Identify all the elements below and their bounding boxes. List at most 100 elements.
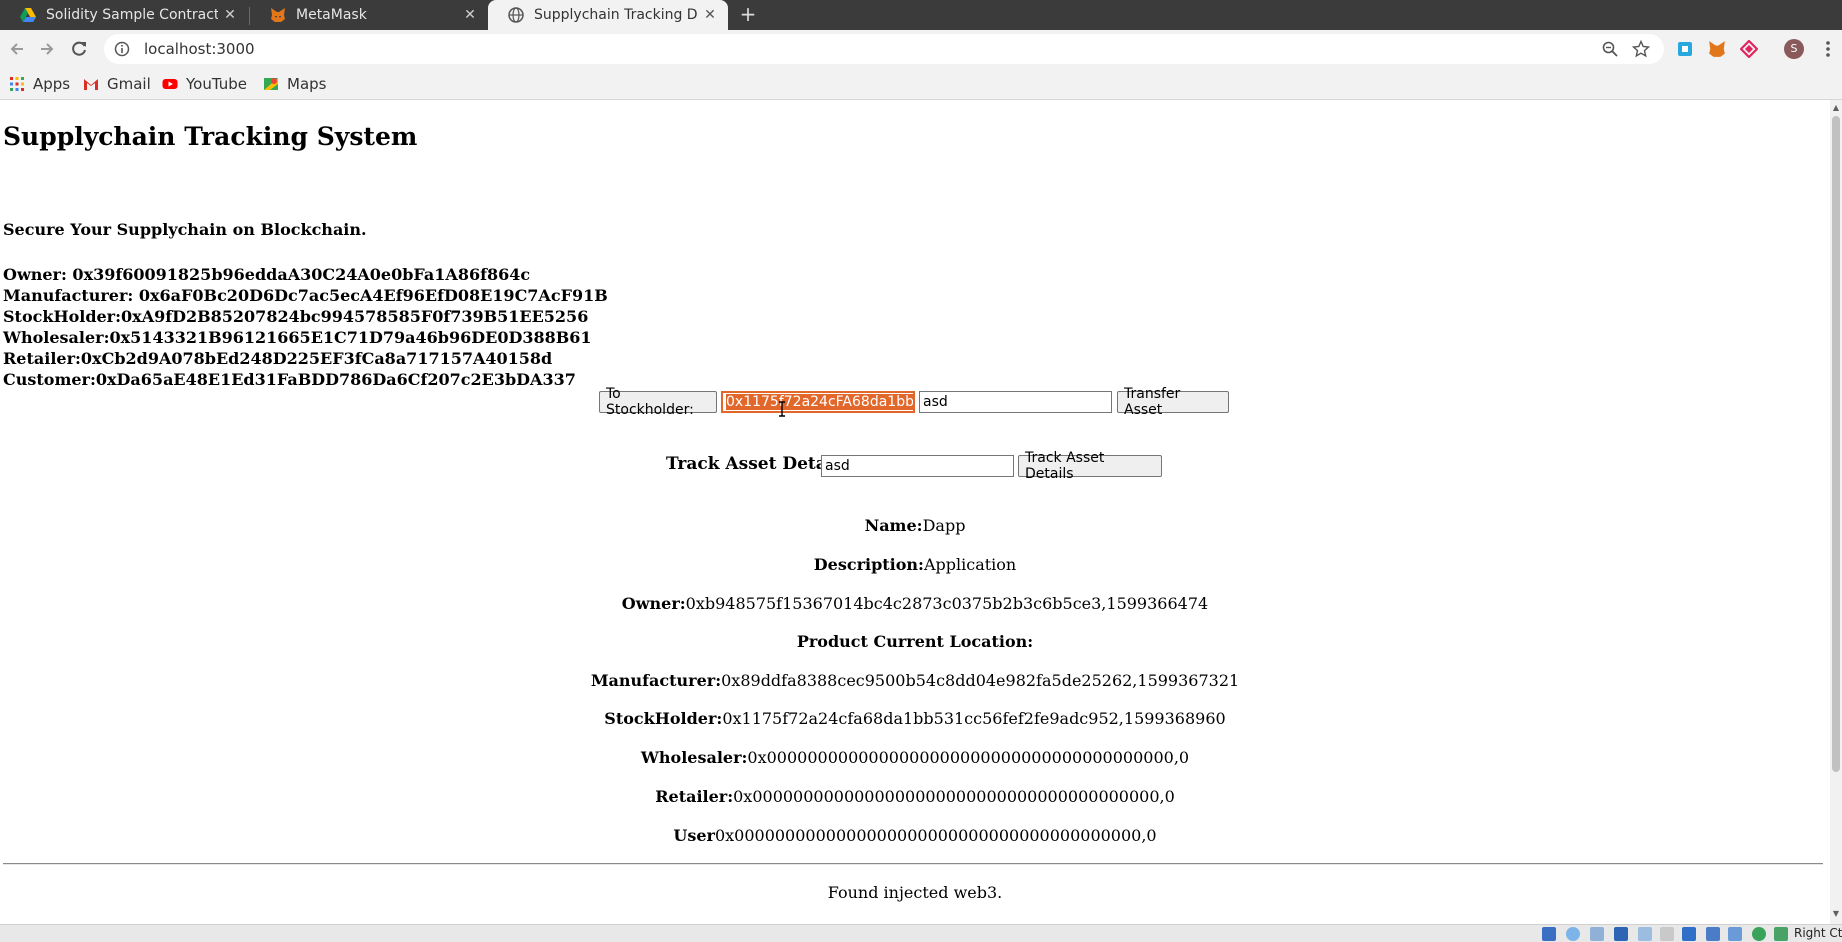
close-icon[interactable]: ✕: [698, 7, 722, 23]
video-capture-icon[interactable]: [1706, 927, 1720, 941]
maps-icon: [264, 78, 278, 90]
audio-icon[interactable]: [1590, 927, 1604, 941]
scroll-down-arrow-icon[interactable]: ▼: [1832, 910, 1840, 918]
detail-value: 0x89ddfa8388cec9500b54c8dd04e982fa5de252…: [721, 671, 1240, 690]
track-asset-input-value: asd: [825, 458, 850, 474]
bookmark-star-icon[interactable]: [1632, 40, 1650, 58]
bookmark-gmail[interactable]: Gmail: [83, 68, 151, 100]
address-input-value: 0x1175f72a24cFA68da1bb5: [726, 394, 913, 410]
detail-label: Description:: [813, 555, 924, 574]
globe-icon: [508, 7, 524, 23]
detail-label: StockHolder:: [604, 709, 723, 728]
detail-label: Owner:: [621, 594, 686, 613]
tab-solidity-sample-contracts[interactable]: Solidity Sample Contracts ✕: [0, 0, 248, 30]
cpu-icon[interactable]: [1752, 927, 1766, 941]
detail-label: Wholesaler:: [640, 748, 748, 767]
bookmark-label: Maps: [287, 75, 327, 93]
bookmarks-bar: Apps Gmail YouTube Maps: [0, 68, 1842, 100]
detail-wholesaler: Wholesaler:0x000000000000000000000000000…: [0, 748, 1830, 767]
display-icon[interactable]: [1682, 927, 1696, 941]
detail-label: Manufacturer:: [590, 671, 722, 690]
web3-status-text: Found injected web3.: [827, 883, 1003, 902]
menu-kebab-icon[interactable]: [1822, 39, 1834, 59]
detail-label: Name:: [864, 516, 923, 535]
gmail-icon: [84, 79, 98, 90]
detail-value: 0x00000000000000000000000000000000000000…: [733, 787, 1175, 806]
role-retailer: Retailer:0xCb2d9A078bEd248D225EF3fCa8a71…: [3, 349, 553, 368]
zoom-icon[interactable]: [1602, 41, 1618, 57]
info-icon[interactable]: [114, 41, 130, 57]
browser-toolbar: localhost:3000 S: [0, 30, 1842, 68]
detail-label: Product Current Location:: [796, 632, 1034, 651]
detail-label: Retailer:: [655, 787, 734, 806]
new-tab-plus-icon[interactable]: +: [736, 0, 760, 30]
vm-status-bar: Right Ctrl: [0, 924, 1842, 942]
bookmark-label: YouTube: [186, 75, 247, 93]
stockholder-address-input[interactable]: 0x1175f72a24cFA68da1bb5: [721, 391, 915, 413]
back-arrow-icon[interactable]: [6, 38, 28, 60]
optical-drive-icon[interactable]: [1566, 927, 1580, 941]
google-drive-icon: [20, 8, 36, 22]
asset-id-input-value: asd: [923, 394, 948, 410]
role-manufacturer: Manufacturer: 0x6aF0Bc20D6Dc7ac5ecA4Ef96…: [3, 286, 608, 305]
usb-icon[interactable]: [1638, 927, 1652, 941]
tab-metamask[interactable]: MetaMask ✕: [250, 0, 488, 30]
close-icon[interactable]: ✕: [458, 7, 482, 23]
extension-icon[interactable]: [1676, 40, 1694, 58]
reload-icon[interactable]: [68, 38, 90, 60]
horizontal-divider: [3, 863, 1823, 865]
tab-title: Supplychain Tracking Dapp: [534, 7, 698, 23]
extension-icon[interactable]: [1740, 40, 1758, 58]
close-icon[interactable]: ✕: [218, 7, 242, 23]
bookmark-apps[interactable]: Apps: [9, 68, 70, 100]
address-bar[interactable]: localhost:3000: [104, 34, 1664, 64]
page-tagline: Secure Your Supplychain on Blockchain.: [3, 220, 367, 239]
forward-arrow-icon[interactable]: [36, 38, 58, 60]
page-content: Supplychain Tracking System Secure Your …: [0, 100, 1830, 924]
track-asset-input[interactable]: asd: [821, 455, 1014, 477]
detail-value: Dapp: [922, 516, 966, 535]
shared-folder-icon[interactable]: [1660, 927, 1674, 941]
tab-supplychain-tracking-dapp[interactable]: Supplychain Tracking Dapp ✕: [488, 0, 728, 30]
detail-value: 0xb948575f15367014bc4c2873c0375b2b3c6b5c…: [685, 594, 1209, 613]
apps-grid-icon: [10, 77, 24, 91]
detail-description: Description:Application: [0, 555, 1830, 574]
tab-title: MetaMask: [296, 7, 367, 23]
role-customer: Customer:0xDa65aE48E1Ed31FaBDD786Da6Cf20…: [3, 370, 576, 389]
recording-icon[interactable]: [1728, 927, 1742, 941]
bookmark-label: Gmail: [107, 75, 151, 93]
detail-name: Name:Dapp: [0, 516, 1830, 535]
url-text: localhost:3000: [144, 40, 255, 58]
scrollbar-thumb[interactable]: [1832, 116, 1840, 772]
detail-value: 0x00000000000000000000000000000000000000…: [747, 748, 1190, 767]
to-stockholder-button[interactable]: To Stockholder:: [599, 386, 717, 418]
role-stockholder: StockHolder:0xA9fD2B85207824bc994578585F…: [3, 307, 589, 326]
detail-user: User0x0000000000000000000000000000000000…: [0, 826, 1830, 845]
asset-id-input[interactable]: asd: [919, 391, 1112, 413]
hard-disk-icon[interactable]: [1542, 927, 1556, 941]
bookmark-label: Apps: [33, 75, 71, 93]
bookmark-youtube[interactable]: YouTube: [162, 68, 247, 100]
host-key-label: Right Ctrl: [1794, 926, 1842, 940]
track-asset-details-button[interactable]: Track Asset Details: [1018, 450, 1162, 482]
transfer-asset-button[interactable]: Transfer Asset: [1117, 386, 1229, 418]
detail-value: 0x1175f72a24cfa68da1bb531cc56fef2fe9adc9…: [722, 709, 1226, 728]
youtube-icon: [162, 79, 178, 89]
tab-strip: Solidity Sample Contracts ✕ MetaMask ✕ S…: [0, 0, 1842, 30]
detail-label: User: [673, 826, 715, 845]
detail-stockholder: StockHolder:0x1175f72a24cfa68da1bb531cc5…: [0, 709, 1830, 728]
detail-manufacturer: Manufacturer:0x89ddfa8388cec9500b54c8dd0…: [0, 671, 1830, 690]
metamask-fox-icon: [271, 8, 285, 22]
role-wholesaler: Wholesaler:0x5143321B96121665E1C71D79a46…: [3, 328, 592, 347]
role-owner: Owner: 0x39f60091825b96eddaA30C24A0e0bFa…: [3, 265, 531, 284]
scroll-up-arrow-icon[interactable]: ▲: [1832, 104, 1840, 112]
detail-owner: Owner:0xb948575f15367014bc4c2873c0375b2b…: [0, 594, 1830, 613]
profile-avatar[interactable]: S: [1784, 39, 1804, 59]
bookmark-maps[interactable]: Maps: [263, 68, 326, 100]
network-icon[interactable]: [1614, 927, 1628, 941]
metamask-fox-icon[interactable]: [1708, 40, 1726, 58]
vertical-scrollbar[interactable]: ▲ ▼: [1830, 100, 1842, 924]
mouse-integration-icon[interactable]: [1774, 927, 1788, 941]
page-title: Supplychain Tracking System: [3, 122, 418, 151]
detail-retailer: Retailer:0x00000000000000000000000000000…: [0, 787, 1830, 806]
